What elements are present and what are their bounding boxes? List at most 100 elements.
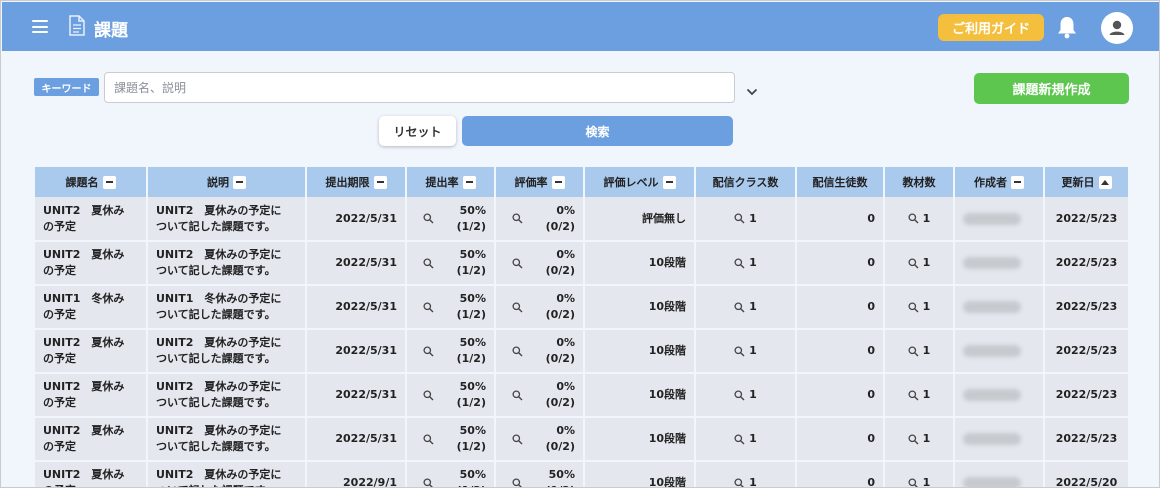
- hamburger-menu-icon[interactable]: [32, 20, 48, 33]
- minus-icon: [1014, 181, 1021, 183]
- magnifier-icon[interactable]: [734, 389, 745, 401]
- user-avatar-icon[interactable]: [1101, 12, 1133, 44]
- magnifier-icon[interactable]: [423, 433, 434, 445]
- usage-guide-button[interactable]: ご利用ガイド: [938, 14, 1044, 41]
- sort-ascending-button[interactable]: [1098, 175, 1112, 189]
- chevron-down-icon[interactable]: [746, 87, 758, 97]
- app-window: 課題 ご利用ガイド キーワード 課題新規作成 リセット 検索 課題名 説明 提出期限…: [0, 0, 1160, 488]
- magnifier-icon[interactable]: [908, 213, 919, 224]
- magnifier-icon[interactable]: [734, 345, 745, 357]
- material-count-cell: 1: [884, 241, 955, 286]
- assignment-name-cell[interactable]: UNIT1 冬休み の予定: [35, 285, 148, 330]
- deadline-value: 2022/9/1: [343, 476, 397, 488]
- class-count-value: 1: [749, 476, 757, 488]
- magnifier-icon[interactable]: [423, 301, 434, 313]
- magnifier-icon[interactable]: [908, 345, 919, 357]
- magnifier-icon[interactable]: [423, 257, 434, 269]
- column-collapse-button[interactable]: [662, 175, 676, 189]
- create-assignment-button[interactable]: 課題新規作成: [974, 73, 1129, 104]
- evaluation-rate-cell: 50% (1/2): [495, 461, 585, 488]
- deadline-value: 2022/5/31: [335, 300, 397, 313]
- magnifier-icon[interactable]: [908, 301, 919, 313]
- magnifier-icon[interactable]: [423, 345, 434, 357]
- column-collapse-button[interactable]: [1011, 175, 1024, 189]
- assignment-name-line: UNIT2 夏休み: [43, 468, 125, 481]
- column-collapse-button[interactable]: [102, 175, 116, 189]
- updated-date-value: 2022/5/23: [1055, 300, 1118, 313]
- keyword-search-input[interactable]: [104, 72, 735, 103]
- student-count-value: 0: [867, 344, 875, 357]
- reset-button[interactable]: リセット: [379, 116, 456, 146]
- evaluation-level-cell: 10段階: [584, 417, 696, 462]
- assignment-name-cell[interactable]: UNIT2 夏休みの予定: [35, 329, 148, 374]
- minus-icon: [554, 181, 562, 183]
- submission-rate-fraction: (1/2): [456, 219, 486, 233]
- submission-rate-percent: 50%: [459, 292, 486, 305]
- magnifier-icon[interactable]: [512, 433, 523, 445]
- magnifier-icon[interactable]: [423, 477, 434, 488]
- column-collapse-button[interactable]: [233, 175, 246, 189]
- author-name-redacted: [963, 389, 1021, 401]
- magnifier-icon[interactable]: [734, 477, 745, 488]
- column-header: 提出期限: [306, 167, 407, 197]
- column-collapse-button[interactable]: [373, 175, 387, 189]
- magnifier-icon[interactable]: [734, 301, 745, 313]
- magnifier-icon[interactable]: [512, 389, 523, 401]
- assignment-name-line: の予定: [43, 483, 138, 487]
- material-count-cell: 1: [884, 461, 955, 488]
- magnifier-icon[interactable]: [734, 257, 745, 269]
- student-count-value: 0: [867, 388, 875, 401]
- bell-icon[interactable]: [1056, 15, 1078, 39]
- description-line: ついて記した課題です。: [156, 219, 276, 233]
- evaluation-rate-percent: 0%: [556, 292, 575, 305]
- search-button[interactable]: 検索: [462, 116, 733, 146]
- material-count-value: 1: [922, 300, 931, 313]
- column-collapse-button[interactable]: [462, 175, 476, 189]
- magnifier-icon[interactable]: [512, 301, 523, 313]
- assignment-name-line: UNIT2 夏休み: [43, 203, 125, 217]
- magnifier-icon[interactable]: [908, 477, 919, 488]
- assignment-name-cell[interactable]: UNIT2 夏休みの予定: [35, 417, 148, 462]
- assignment-name-cell[interactable]: UNIT2 夏休みの予定: [35, 373, 148, 418]
- assignment-name-cell[interactable]: UNIT2 夏休みの予定: [35, 197, 148, 242]
- evaluation-rate-fraction: (0/2): [545, 352, 575, 365]
- column-header: 配信クラス数: [695, 167, 797, 197]
- table-row[interactable]: UNIT2 夏休みの予定UNIT2 夏休みの予定について記した課題です。2022…: [35, 373, 1128, 418]
- magnifier-icon[interactable]: [512, 213, 523, 224]
- assignment-name-cell[interactable]: UNIT2 夏休みの予定: [35, 241, 148, 286]
- deadline-value: 2022/5/31: [335, 432, 397, 445]
- table-row[interactable]: UNIT2 夏休みの予定UNIT2 夏休みの予定について記した課題です。2022…: [35, 197, 1128, 242]
- column-collapse-button[interactable]: [551, 175, 565, 189]
- magnifier-icon[interactable]: [908, 257, 919, 269]
- column-header: 提出率: [406, 167, 496, 197]
- table-row[interactable]: UNIT2 夏休みの予定UNIT2 夏休みの予定について記した課題です。2022…: [35, 241, 1128, 286]
- assignment-name-cell[interactable]: UNIT2 夏休みの予定: [35, 461, 148, 487]
- evaluation-rate-percent: 0%: [556, 380, 575, 393]
- magnifier-icon[interactable]: [512, 257, 523, 269]
- magnifier-icon[interactable]: [512, 477, 523, 488]
- submission-rate-cell: 50% (1/2): [406, 329, 496, 374]
- column-header: 説明: [147, 167, 307, 197]
- description-cell: UNIT2 夏休みの予定について記した課題です。: [147, 329, 307, 374]
- table-row[interactable]: UNIT2 夏休みの予定UNIT2 夏休みの予定について記した課題です。2022…: [35, 329, 1128, 374]
- magnifier-icon[interactable]: [423, 213, 434, 224]
- magnifier-icon[interactable]: [734, 213, 745, 224]
- submission-rate-cell: 50% (1/2): [406, 197, 496, 242]
- material-count-cell: 1: [884, 197, 955, 242]
- column-header-label: 更新日: [1061, 176, 1095, 189]
- magnifier-icon[interactable]: [908, 433, 919, 445]
- table-row[interactable]: UNIT2 夏休みの予定UNIT2 夏休みの予定について記した課題です。2022…: [35, 417, 1128, 462]
- author-name-redacted: [963, 212, 1021, 225]
- magnifier-icon[interactable]: [908, 389, 919, 401]
- evaluation-rate-fraction: (0/2): [545, 308, 575, 321]
- table-row[interactable]: UNIT2 夏休みの予定UNIT2 夏休みの予定について記した課題です。2022…: [35, 461, 1128, 488]
- magnifier-icon[interactable]: [423, 389, 434, 401]
- magnifier-icon[interactable]: [734, 433, 745, 445]
- table-row[interactable]: UNIT1 冬休み の予定 UNIT1 冬休みの予定に ついて記した課題です。 2022…: [35, 285, 1128, 330]
- minus-icon: [236, 181, 243, 183]
- submission-rate-percent: 50%: [459, 380, 486, 393]
- magnifier-icon[interactable]: [512, 345, 523, 357]
- assignment-name-line: UNIT2 夏休み: [43, 380, 125, 393]
- evaluation-level-value: 10段階: [648, 256, 686, 269]
- material-count-value: 1: [922, 432, 931, 445]
